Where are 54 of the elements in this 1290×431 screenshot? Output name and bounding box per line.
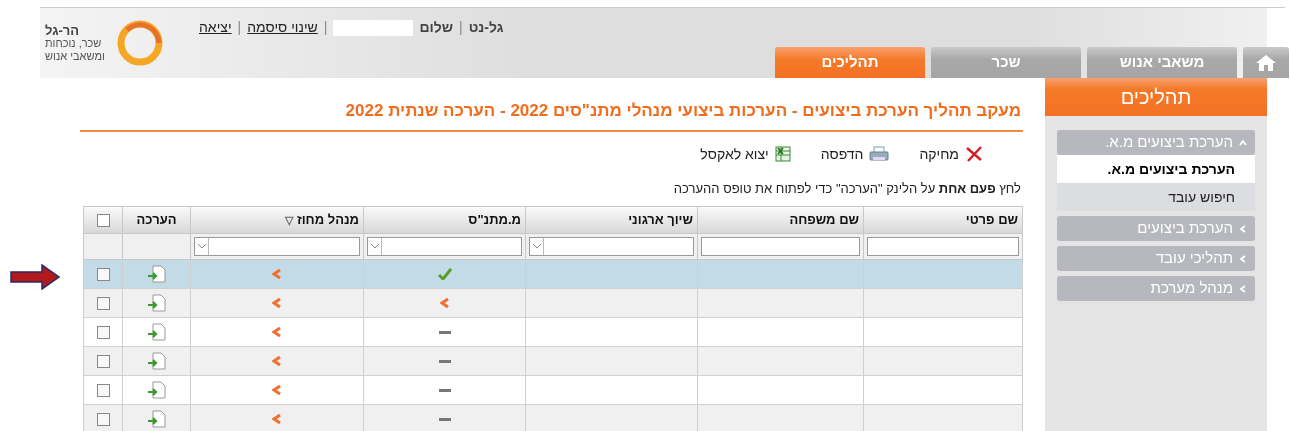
sidebar-title: תהליכים: [1045, 78, 1267, 116]
filter-dropdown[interactable]: [529, 237, 694, 256]
toolbar-button[interactable]: הדפסה: [820, 143, 890, 165]
column-header[interactable]: מ.מתנ"ס: [468, 212, 521, 228]
home-icon: [1254, 52, 1278, 73]
site-name: גל-נט: [468, 18, 504, 37]
caret-left-icon: [1239, 224, 1247, 233]
separator: |: [237, 18, 242, 37]
open-form-icon[interactable]: [146, 323, 167, 341]
row-checkbox[interactable]: [96, 384, 110, 398]
toolbar-button[interactable]: מחיקה: [919, 143, 983, 165]
header-link[interactable]: שינוי סיסמה: [247, 17, 318, 38]
logo-tagline: ומשאבי אנוש: [45, 49, 105, 63]
column-header[interactable]: שם פרטי: [965, 212, 1018, 228]
home-tab[interactable]: [1243, 47, 1289, 78]
dropdown-icon: [197, 244, 206, 249]
logo-icon: [116, 20, 163, 66]
sidebar-item[interactable]: חיפוש עובד: [1057, 183, 1255, 211]
select-all-checkbox[interactable]: [96, 214, 110, 228]
open-form-icon[interactable]: [146, 294, 167, 312]
row-checkbox[interactable]: [96, 413, 110, 427]
row-checkbox[interactable]: [96, 326, 110, 340]
caret-left-icon: [1239, 284, 1247, 293]
caret-up-icon: [1239, 138, 1247, 147]
row-checkbox[interactable]: [96, 268, 110, 282]
logo-name: הר-גל: [45, 23, 79, 37]
instruction-text: לחץ פעם אחת על הלינק "הערכה" כדי לפתוח את טופס ההערכה: [672, 179, 1021, 198]
caret-left-icon: [1239, 254, 1247, 263]
printer-icon: [869, 146, 890, 162]
filter-field[interactable]: [867, 237, 1019, 256]
filter-dropdown[interactable]: [194, 237, 360, 256]
header-link[interactable]: יציאה: [199, 17, 232, 38]
open-form-icon[interactable]: [146, 265, 167, 283]
dropdown-icon: [370, 244, 379, 249]
sidebar-item[interactable]: הערכת ביצועים מ.א.: [1057, 155, 1255, 183]
toolbar-button[interactable]: יצוא לאקסל: [700, 143, 791, 165]
pointer-arrow-drawing: [10, 264, 60, 290]
close-icon: [965, 146, 983, 162]
open-form-icon[interactable]: [146, 410, 167, 428]
filter-dropdown[interactable]: [367, 237, 522, 256]
filter-field[interactable]: [701, 237, 860, 256]
row-checkbox[interactable]: [96, 297, 110, 311]
open-form-icon[interactable]: [146, 352, 167, 370]
column-header[interactable]: מנהל מחוז: [296, 212, 359, 228]
row-checkbox[interactable]: [96, 355, 110, 369]
greeting-text: שלום: [419, 18, 453, 37]
sort-icon: ▽: [284, 214, 293, 227]
separator: |: [323, 18, 328, 37]
logo-tagline: שכר, נוכחות: [45, 36, 102, 50]
spreadsheet-icon: [774, 146, 791, 162]
dropdown-icon: [532, 244, 541, 249]
open-form-icon[interactable]: [146, 381, 167, 399]
page-title: מעקב תהליך הערכת ביצועים - הערכות ביצועי מנהלי מתנ"סים 2022 - הערכה שנתית 2022: [80, 98, 1023, 132]
separator: |: [459, 18, 463, 37]
